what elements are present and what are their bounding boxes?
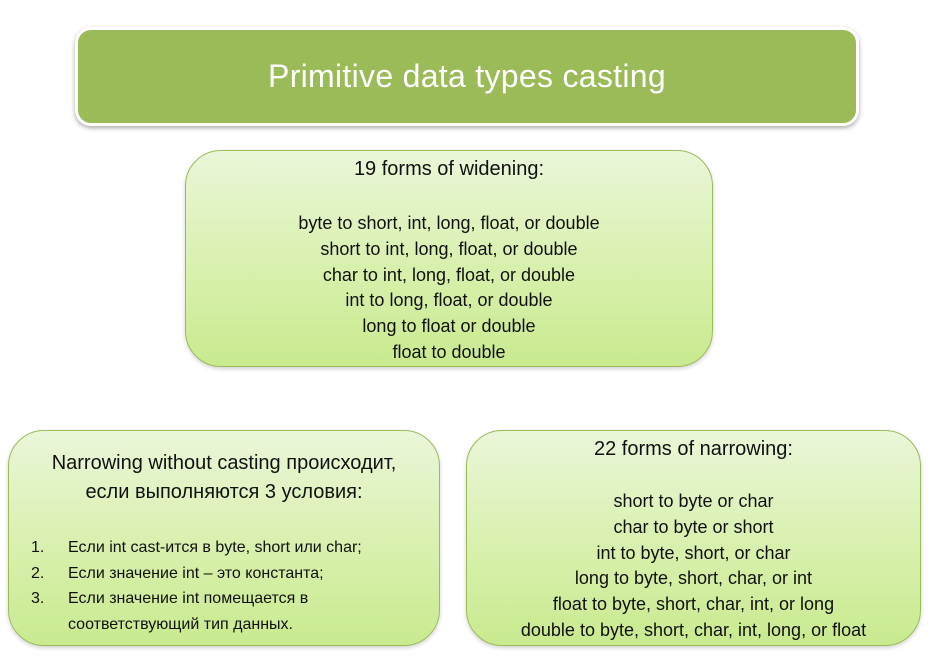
condition-number: 2. bbox=[31, 564, 45, 582]
narrowing-line: char to byte or short bbox=[613, 516, 774, 537]
condition-text: Если значение int помещается в bbox=[68, 590, 309, 607]
title-banner: Primitive data types casting bbox=[75, 27, 859, 126]
narrowing-conditions-box: Narrowing without casting происходит, ес… bbox=[8, 430, 440, 646]
widening-line: short to int, long, float, or double bbox=[320, 238, 578, 259]
widening-line: byte to short, int, long, float, or doub… bbox=[298, 213, 600, 233]
narrowing-conditions-list: 1. Если int cast-ится в byte, short или … bbox=[31, 535, 362, 637]
condition-text: Если int cast-ится в byte, short или cha… bbox=[68, 539, 362, 556]
widening-line: float to double bbox=[392, 341, 506, 362]
narrowing-heading: 22 forms of narrowing: bbox=[594, 438, 793, 460]
narrowing-line: double to byte, short, char, int, long, … bbox=[520, 619, 867, 640]
narrowing-line: int to byte, short, or char bbox=[596, 542, 791, 563]
widening-line: char to int, long, float, or double bbox=[322, 264, 576, 285]
condition-item: 3. Если значение int помещается в bbox=[31, 586, 362, 612]
widening-list: byte to short, int, long, float, or doub… bbox=[186, 211, 712, 366]
narrowing-line: short to byte or char bbox=[613, 491, 774, 511]
condition-text: соответствующий тип данных. bbox=[68, 615, 293, 633]
diagram-title: Primitive data types casting bbox=[268, 58, 666, 94]
condition-item: 2. Если значение int – это константа; bbox=[31, 561, 362, 587]
condition-number: 1. bbox=[31, 539, 45, 556]
condition-item: соответствующий тип данных. bbox=[31, 612, 362, 638]
narrowing-conditions-heading: Narrowing without casting происходит, ес… bbox=[9, 449, 439, 507]
widening-line: long to float or double bbox=[362, 316, 536, 337]
narrowing-line: float to byte, short, char, int, or long bbox=[552, 594, 835, 615]
condition-number: 3. bbox=[31, 590, 45, 607]
condition-item: 1. Если int cast-ится в byte, short или … bbox=[31, 535, 362, 561]
narrowing-conditions-heading-line: если выполняются 3 условия: bbox=[85, 481, 363, 503]
narrowing-conditions-heading-line: Narrowing without casting происходит, bbox=[51, 452, 397, 474]
narrowing-list: short to byte or char char to byte or sh… bbox=[467, 489, 920, 644]
widening-heading: 19 forms of widening: bbox=[353, 158, 545, 180]
widening-line: int to long, float, or double bbox=[345, 290, 553, 311]
narrowing-line: long to byte, short, char, or int bbox=[574, 568, 813, 589]
narrowing-box: 22 forms of narrowing: short to byte or … bbox=[466, 430, 921, 646]
widening-box: 19 forms of widening: byte to short, int… bbox=[185, 150, 713, 367]
condition-text: Если значение int – это константа; bbox=[68, 564, 324, 582]
